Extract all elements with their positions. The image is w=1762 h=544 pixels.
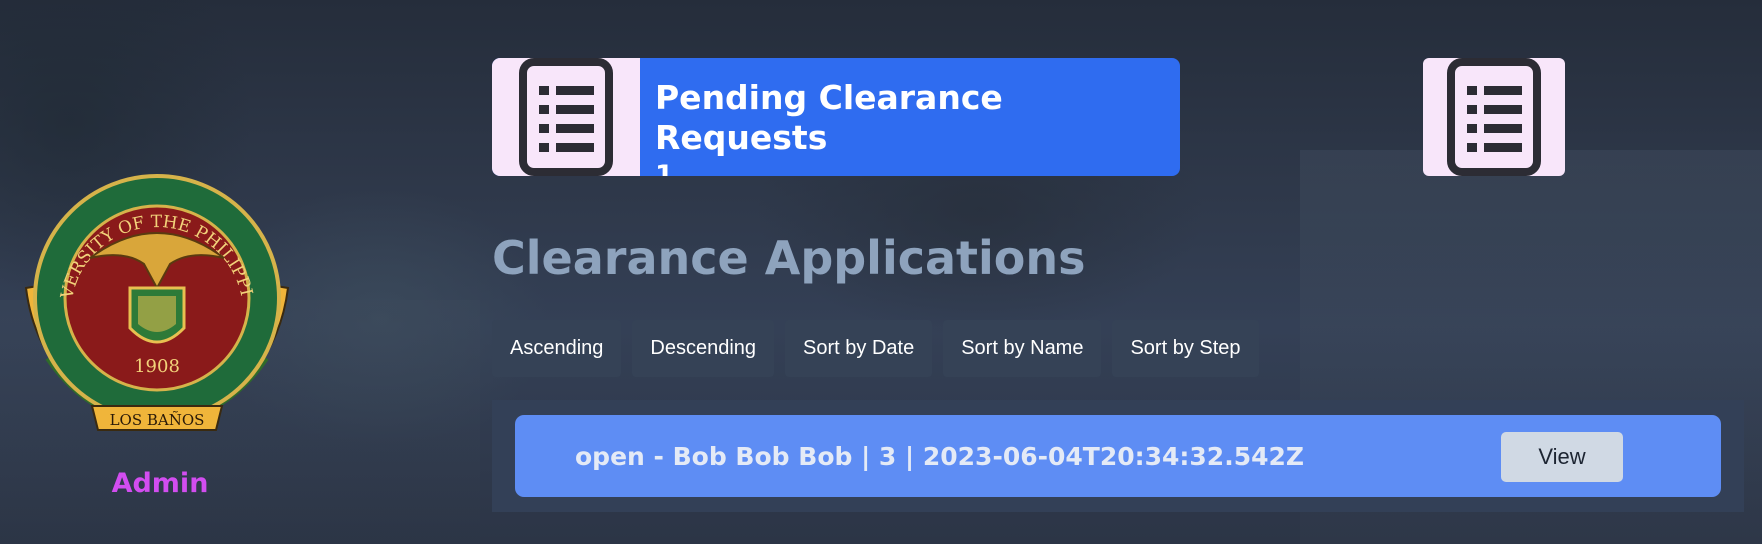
- pending-card-body: Pending Clearance Requests 1: [640, 58, 1180, 176]
- seal-campus: LOS BAÑOS: [110, 411, 205, 429]
- university-seal-logo: UNIVERSITY OF THE PHILIPPINES 1908 LOS B…: [20, 168, 290, 431]
- secondary-card-icon-box: [1423, 58, 1565, 176]
- document-list-icon: [1447, 58, 1541, 176]
- page-title: Clearance Applications: [492, 231, 1086, 285]
- document-list-icon: [519, 58, 613, 176]
- sort-toolbar: Ascending Descending Sort by Date Sort b…: [492, 320, 1259, 377]
- pending-card-count: 1: [655, 160, 674, 176]
- pending-card-title: Pending Clearance Requests: [655, 78, 1003, 157]
- sort-by-name-button[interactable]: Sort by Name: [943, 320, 1102, 377]
- seal-year: 1908: [134, 356, 180, 377]
- secondary-card[interactable]: [1423, 58, 1565, 176]
- application-summary: open - Bob Bob Bob | 3 | 2023-06-04T20:3…: [575, 441, 1305, 471]
- list-item: open - Bob Bob Bob | 3 | 2023-06-04T20:3…: [515, 415, 1721, 497]
- sort-ascending-button[interactable]: Ascending: [492, 320, 622, 377]
- sort-by-step-button[interactable]: Sort by Step: [1112, 320, 1259, 377]
- view-button[interactable]: View: [1501, 432, 1623, 482]
- sort-by-date-button[interactable]: Sort by Date: [785, 320, 933, 377]
- pending-requests-card[interactable]: Pending Clearance Requests 1: [492, 58, 1180, 176]
- pending-card-icon-box: [492, 58, 640, 176]
- sort-descending-button[interactable]: Descending: [632, 320, 775, 377]
- sidebar: UNIVERSITY OF THE PHILIPPINES 1908 LOS B…: [0, 0, 320, 544]
- user-role-label: Admin: [111, 468, 209, 499]
- applications-list: open - Bob Bob Bob | 3 | 2023-06-04T20:3…: [492, 400, 1744, 512]
